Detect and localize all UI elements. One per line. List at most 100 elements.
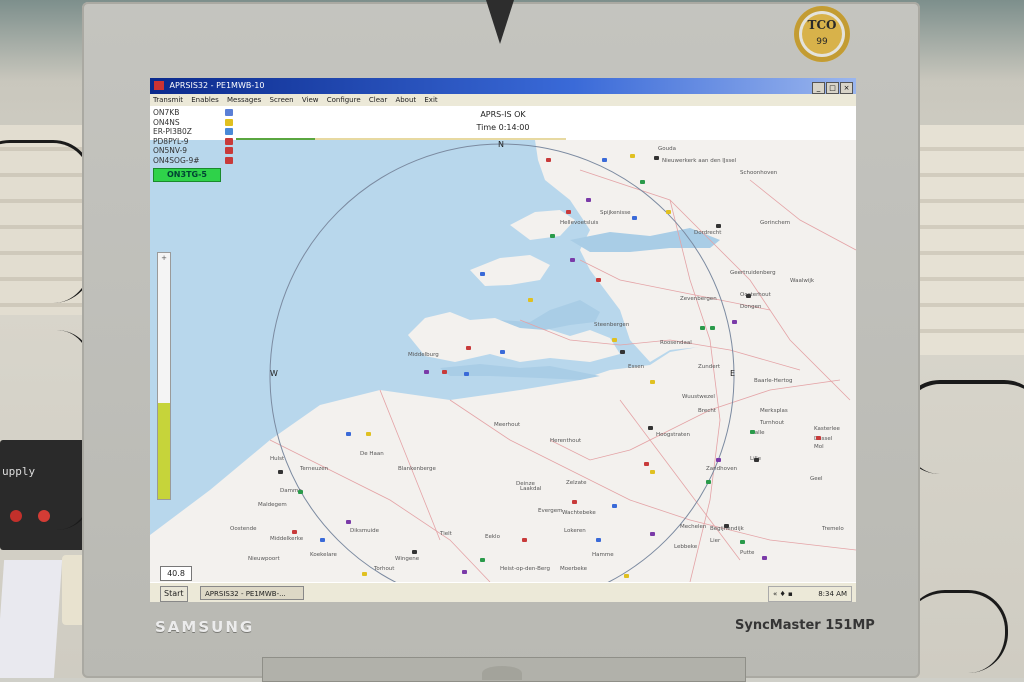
place-label: Zelzate [566,480,587,486]
station-marker-icon[interactable] [648,426,653,430]
station-marker-icon[interactable] [602,158,607,162]
station-marker-icon[interactable] [546,158,551,162]
station-marker-icon[interactable] [716,458,721,462]
station-marker-icon[interactable] [630,154,635,158]
station-callsign: PD8PYL-9 [153,136,189,146]
station-marker-icon[interactable] [700,326,705,330]
place-label: Terneuzen [299,466,329,472]
station-item[interactable]: ER-PI3B0Z [153,127,239,137]
tray-icons[interactable]: « ♦ ▪ [773,587,793,601]
station-marker-icon[interactable] [464,372,469,376]
station-marker-icon[interactable] [624,574,629,578]
active-station-badge[interactable]: ON3TG-5 [153,168,221,182]
station-marker-icon[interactable] [572,500,577,504]
station-item[interactable]: ON4NS [153,118,239,128]
close-button[interactable]: × [840,82,853,94]
station-marker-icon[interactable] [650,380,655,384]
station-item[interactable]: PD8PYL-9 [153,137,239,147]
station-marker-icon[interactable] [522,538,527,542]
zoom-value: 40.8 [160,566,192,581]
station-marker-icon[interactable] [650,532,655,536]
window-titlebar[interactable]: APRSIS32 - PE1MWB-10 _ □ × [150,78,856,94]
menu-messages[interactable]: Messages [227,96,261,104]
zoom-slider[interactable]: + [157,252,171,500]
menu-about[interactable]: About [395,96,416,104]
monitor-model: SyncMaster 151MP [735,618,875,633]
station-marker-icon[interactable] [466,346,471,350]
station-marker-icon[interactable] [412,550,417,554]
place-label: Essen [628,364,645,370]
menu-transmit[interactable]: Transmit [153,96,183,104]
station-marker-icon[interactable] [666,210,671,214]
station-marker-icon[interactable] [740,540,745,544]
station-marker-icon[interactable] [724,524,729,528]
station-marker-icon[interactable] [442,370,447,374]
station-marker-icon[interactable] [278,470,283,474]
station-item[interactable]: ON7KB [153,108,239,118]
place-label: Maldegem [258,502,287,508]
station-marker-icon[interactable] [732,320,737,324]
station-marker-icon[interactable] [480,558,485,562]
map-canvas[interactable]: N W E Gouda Nieuwerkerk aan den IJsselSch… [150,140,856,582]
station-marker-icon[interactable] [620,350,625,354]
menu-enables[interactable]: Enables [191,96,219,104]
station-marker-icon[interactable] [612,338,617,342]
station-marker-icon[interactable] [762,556,767,560]
menu-clear[interactable]: Clear [369,96,387,104]
station-marker-icon[interactable] [706,480,711,484]
station-marker-icon[interactable] [362,572,367,576]
station-marker-icon[interactable] [298,490,303,494]
station-marker-icon[interactable] [710,326,715,330]
station-symbol-icon [225,118,233,126]
station-marker-icon[interactable] [640,180,645,184]
taskbar-task-aprsis32[interactable]: APRSIS32 - PE1MWB-... [200,586,304,600]
place-label: De Haan [360,451,384,457]
station-marker-icon[interactable] [320,538,325,542]
station-marker-icon[interactable] [586,198,591,202]
place-label: Zundert [698,364,721,370]
station-marker-icon[interactable] [424,370,429,374]
station-marker-icon[interactable] [816,436,821,440]
station-marker-icon[interactable] [612,504,617,508]
station-marker-icon[interactable] [462,570,467,574]
station-marker-icon[interactable] [528,298,533,302]
station-marker-icon[interactable] [346,520,351,524]
start-button[interactable]: Start [160,586,188,602]
menu-screen[interactable]: Screen [270,96,294,104]
cable [905,590,1008,673]
station-marker-icon[interactable] [746,294,751,298]
station-marker-icon[interactable] [346,432,351,436]
place-label: Mol [814,444,824,450]
station-item[interactable]: ON4SOG-9# [153,156,239,166]
place-label: Brecht [698,408,717,414]
maximize-button[interactable]: □ [826,82,839,94]
station-marker-icon[interactable] [550,234,555,238]
zoom-in-icon[interactable]: + [158,254,170,262]
map-view[interactable]: N W E Gouda Nieuwerkerk aan den IJssel Sch… [150,140,856,582]
menu-exit[interactable]: Exit [424,96,437,104]
minimize-button[interactable]: _ [812,82,825,94]
station-callsign: ON4NS [153,117,180,127]
place-label: Meerhout [494,422,521,428]
menu-configure[interactable]: Configure [327,96,361,104]
station-marker-icon[interactable] [596,278,601,282]
menu-view[interactable]: View [302,96,319,104]
station-marker-icon[interactable] [480,272,485,276]
place-label: Nieuwpoort [248,556,280,562]
station-marker-icon[interactable] [570,258,575,262]
station-marker-icon[interactable] [754,458,759,462]
station-marker-icon[interactable] [654,156,659,160]
station-marker-icon[interactable] [632,216,637,220]
station-marker-icon[interactable] [566,210,571,214]
station-marker-icon[interactable] [750,430,755,434]
station-item[interactable]: ON5NV-9 [153,146,239,156]
station-marker-icon[interactable] [716,224,721,228]
place-label: Nieuwerkerk aan den IJssel [662,158,737,164]
station-marker-icon[interactable] [644,462,649,466]
station-marker-icon[interactable] [596,538,601,542]
station-marker-icon[interactable] [650,470,655,474]
station-marker-icon[interactable] [500,350,505,354]
station-marker-icon[interactable] [366,432,371,436]
place-label: Diksmuide [350,528,380,534]
station-marker-icon[interactable] [292,530,297,534]
